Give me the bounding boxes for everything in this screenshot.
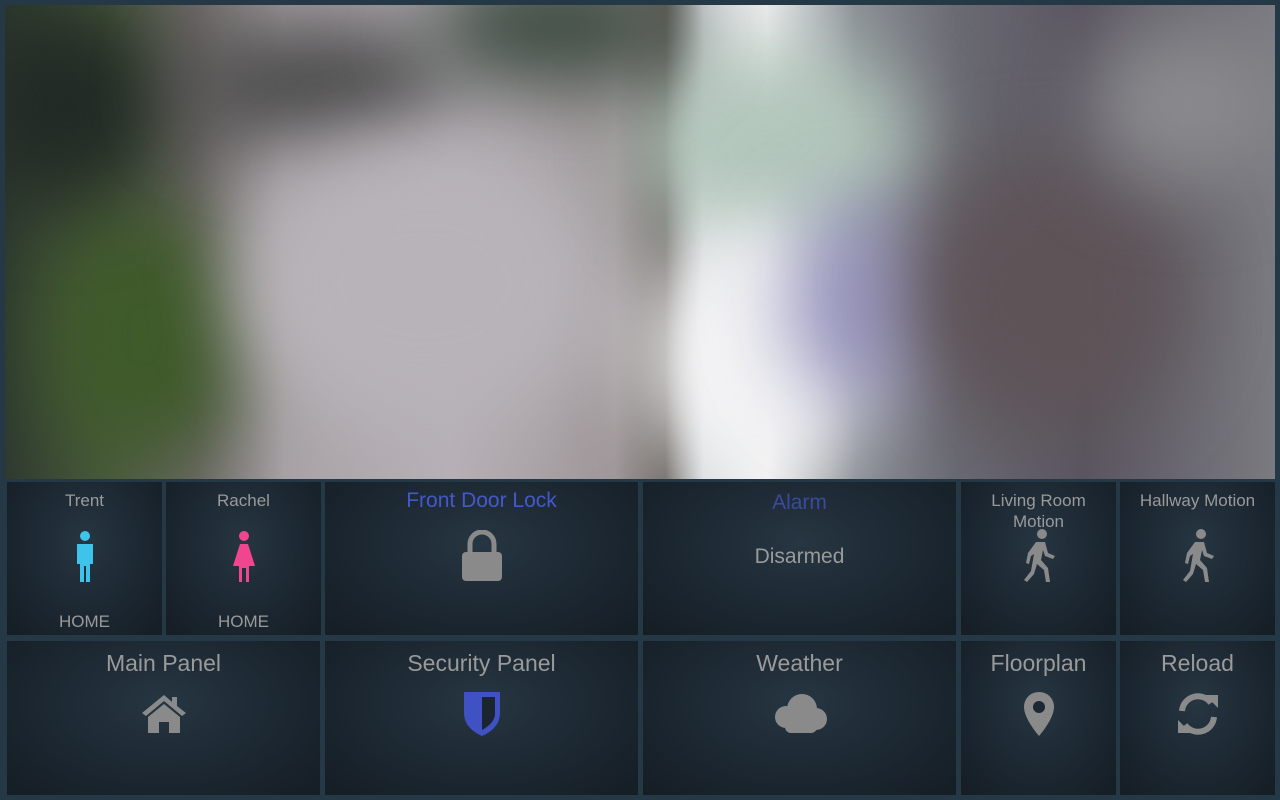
camera-feed[interactable] [5, 5, 1275, 479]
living-room-motion-tile[interactable]: Living Room Motion [961, 482, 1116, 635]
camera-blur-shape [45, 205, 245, 465]
tile-title: Trent [64, 491, 105, 510]
camera-blur-shape [235, 135, 615, 435]
tile-title: Front Door Lock [406, 489, 557, 512]
map-marker-icon [1023, 691, 1055, 742]
tile-title: Security Panel [407, 650, 556, 676]
weather-tile[interactable]: Weather [643, 641, 956, 795]
tile-title: Rachel [217, 491, 270, 510]
rachel-presence-tile[interactable]: Rachel HOME [166, 482, 321, 635]
reload-tile[interactable]: Reload [1120, 641, 1275, 795]
cloud-icon [771, 691, 829, 740]
lock-icon [461, 529, 503, 587]
refresh-icon [1174, 691, 1222, 742]
front-door-lock-tile[interactable]: Front Door Lock [325, 482, 638, 635]
tile-title: Reload [1161, 650, 1234, 676]
security-panel-tile[interactable]: Security Panel [325, 641, 638, 795]
shield-icon [463, 691, 501, 742]
presence-state: HOME [59, 612, 110, 631]
alarm-tile[interactable]: Alarm Disarmed [643, 482, 956, 635]
camera-blur-shape [905, 155, 1185, 435]
male-person-icon [74, 530, 96, 589]
floorplan-tile[interactable]: Floorplan [961, 641, 1116, 795]
main-panel-tile[interactable]: Main Panel [7, 641, 320, 795]
tile-title: Alarm [772, 491, 827, 514]
female-person-icon [231, 530, 257, 589]
hallway-motion-tile[interactable]: Hallway Motion [1120, 482, 1275, 635]
camera-blur-shape [425, 5, 685, 85]
trent-presence-tile[interactable]: Trent HOME [7, 482, 162, 635]
alarm-state: Disarmed [754, 545, 845, 568]
tile-title: Weather [756, 650, 843, 676]
walking-person-icon [1180, 528, 1216, 589]
tile-title: Hallway Motion [1139, 491, 1256, 510]
camera-blur-shape [1085, 25, 1275, 185]
tile-title: Floorplan [990, 650, 1087, 676]
presence-state: HOME [218, 612, 269, 631]
tile-title: Main Panel [105, 650, 222, 676]
tile-title-line1: Living Room [991, 491, 1086, 510]
home-icon [140, 693, 188, 740]
camera-blur-shape [5, 5, 165, 205]
camera-blur-shape [175, 25, 455, 145]
tile-title: Living Room Motion [961, 490, 1116, 532]
walking-person-icon [1021, 528, 1057, 589]
